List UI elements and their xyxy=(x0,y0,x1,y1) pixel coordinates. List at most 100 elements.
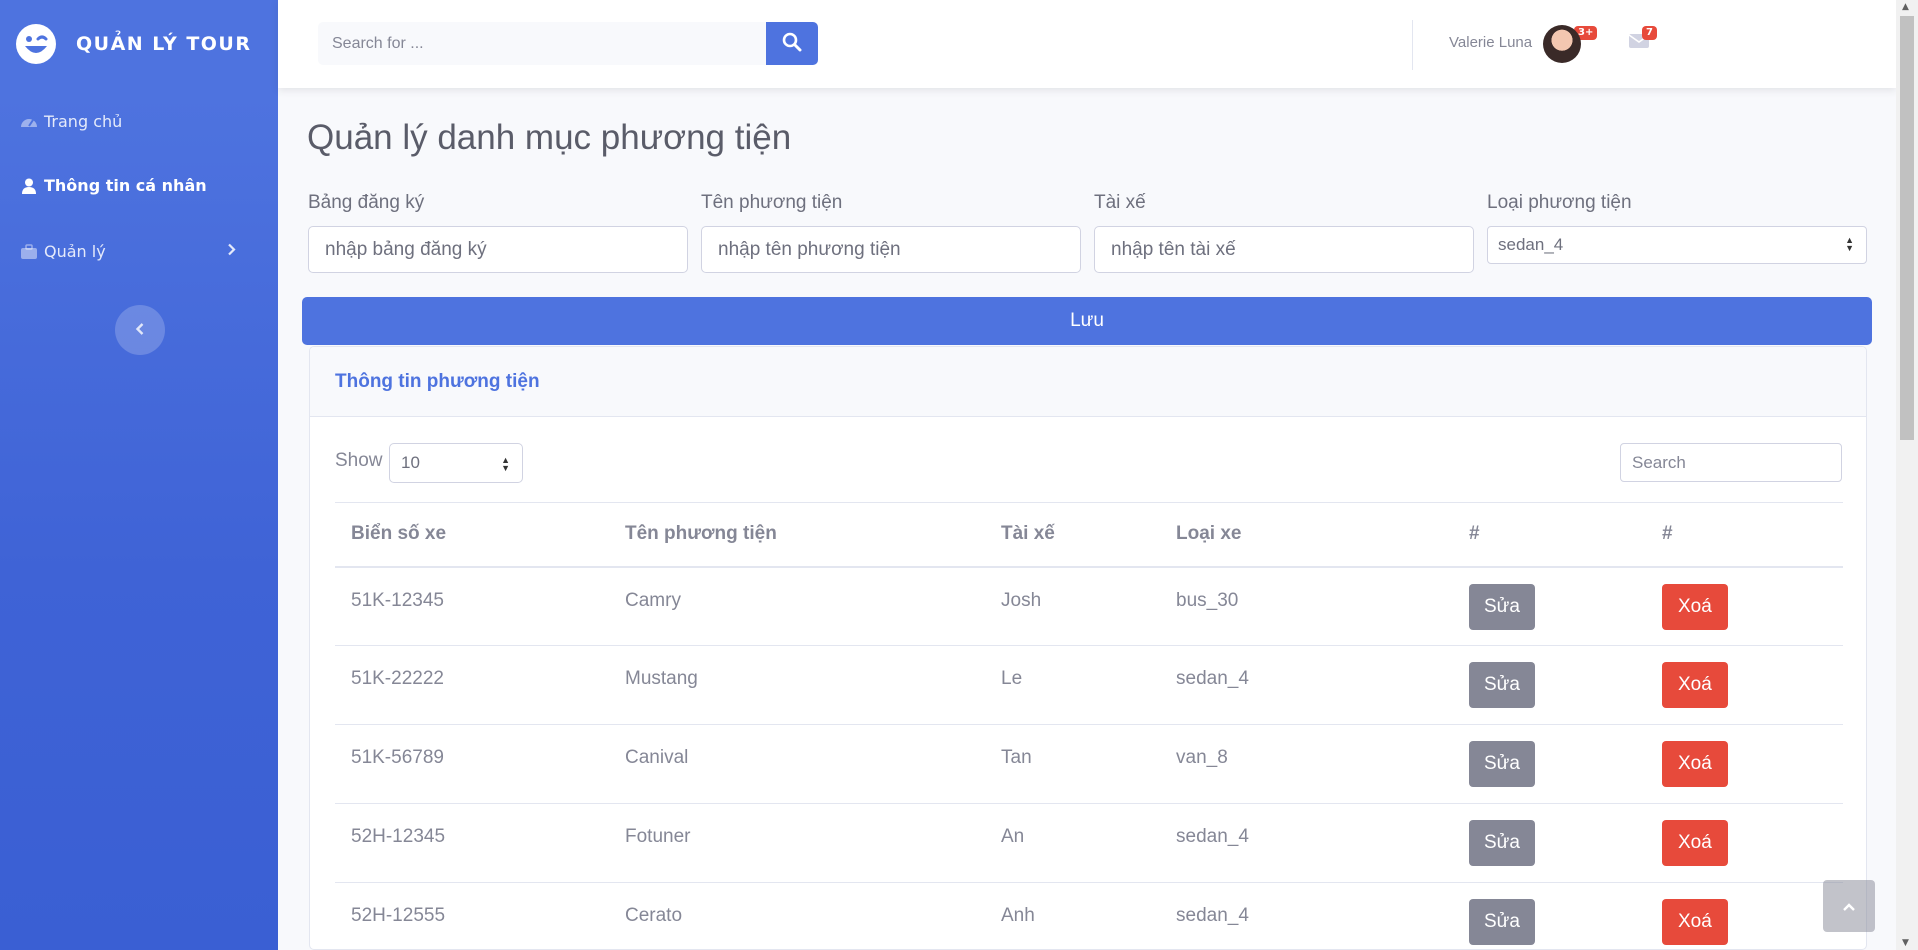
cell-name: Cerato xyxy=(625,905,683,926)
cell-type: bus_30 xyxy=(1176,589,1239,611)
table-row: 51K-56789 Canival Tan van_8 Sửa Xoá xyxy=(335,725,1843,804)
vehicle-table: Biển số xe Tên phương tiện Tài xế Loại x… xyxy=(335,502,1843,950)
cell-edit: Sửa xyxy=(1453,725,1646,804)
plate-field-group: Bảng đăng ký xyxy=(308,192,688,273)
sort-arrows-icon: ▲ ▼ xyxy=(501,455,510,473)
table-row: 52H-12555 Cerato Anh sedan_4 Sửa Xoá xyxy=(335,883,1843,950)
save-button[interactable]: Lưu xyxy=(302,297,1872,345)
sidebar-item-label: Thông tin cá nhân xyxy=(44,176,207,195)
messages-button[interactable]: 7 xyxy=(1628,26,1657,54)
cell-plate: 51K-56789 xyxy=(351,747,444,768)
vehicle-type-label: Loại phương tiện xyxy=(1487,192,1632,213)
cell-name: Camry xyxy=(625,589,681,611)
sidebar-item-manage[interactable]: Quản lý xyxy=(20,242,258,261)
cell-driver: An xyxy=(1001,826,1025,847)
edit-button[interactable]: Sửa xyxy=(1469,820,1535,866)
driver-field-group: Tài xế xyxy=(1094,192,1474,273)
cell-delete: Xoá xyxy=(1646,883,1843,950)
brand-name: QUẢN LÝ TOUR xyxy=(76,33,252,55)
cell-type: sedan_4 xyxy=(1176,905,1249,926)
edit-button[interactable]: Sửa xyxy=(1469,662,1535,708)
vehicle-type-field-group: Loại phương tiện sedan_4 ▲ ▼ xyxy=(1487,192,1867,264)
delete-button[interactable]: Xoá xyxy=(1662,662,1728,708)
edit-button[interactable]: Sửa xyxy=(1469,899,1535,945)
page-title: Quản lý danh mục phương tiện xyxy=(307,118,792,157)
chevron-right-icon xyxy=(227,243,236,260)
page-scrollbar[interactable]: ▲ ▼ xyxy=(1896,0,1918,950)
vehicle-name-label: Tên phương tiện xyxy=(701,192,843,213)
sidebar-item-profile[interactable]: Thông tin cá nhân xyxy=(20,176,207,195)
chevron-left-icon xyxy=(135,321,145,340)
cell-edit: Sửa xyxy=(1453,804,1646,883)
avatar[interactable] xyxy=(1543,25,1581,63)
table-search-input[interactable] xyxy=(1620,443,1842,482)
sidebar-item-label: Trang chủ xyxy=(44,112,123,131)
cell-delete: Xoá xyxy=(1646,804,1843,883)
scroll-down-arrow-icon[interactable]: ▼ xyxy=(1902,938,1909,948)
laugh-wink-icon xyxy=(16,24,56,64)
plate-input[interactable] xyxy=(308,226,688,273)
brand[interactable]: QUẢN LÝ TOUR xyxy=(16,22,252,66)
delete-button[interactable]: Xoá xyxy=(1662,583,1728,630)
table-header-row: Biển số xe Tên phương tiện Tài xế Loại x… xyxy=(335,502,1843,567)
column-header-name[interactable]: Tên phương tiện xyxy=(609,503,985,567)
cell-type: sedan_4 xyxy=(1176,668,1249,689)
cell-driver: Josh xyxy=(1001,589,1042,611)
cell-plate: 51K-12345 xyxy=(351,589,444,611)
topbar-search xyxy=(318,22,818,65)
dashboard-icon xyxy=(20,114,38,130)
column-header-driver[interactable]: Tài xế xyxy=(985,503,1160,567)
column-header-plate[interactable]: Biển số xe xyxy=(335,503,609,567)
column-header-edit[interactable]: # xyxy=(1453,503,1646,567)
cell-edit: Sửa xyxy=(1453,883,1646,950)
plate-label: Bảng đăng ký xyxy=(308,192,425,213)
delete-button[interactable]: Xoá xyxy=(1662,899,1728,945)
sidebar: QUẢN LÝ TOUR Trang chủ Thông tin cá nhân… xyxy=(0,0,278,950)
cell-edit: Sửa xyxy=(1453,567,1646,646)
delete-button[interactable]: Xoá xyxy=(1662,741,1728,787)
table-row: 51K-12345 Camry Josh bus_30 Sửa Xoá xyxy=(335,567,1843,646)
cell-driver: Tan xyxy=(1001,747,1032,768)
scroll-to-top-button[interactable] xyxy=(1823,880,1875,932)
search-button[interactable] xyxy=(766,22,818,65)
cell-plate: 52H-12345 xyxy=(351,826,446,847)
column-header-delete[interactable]: # xyxy=(1646,503,1843,567)
user-icon xyxy=(20,178,38,194)
search-icon xyxy=(782,32,802,56)
search-input[interactable] xyxy=(318,22,766,65)
topbar: 3+ 7 Valerie Luna xyxy=(278,0,1896,88)
cell-edit: Sửa xyxy=(1453,646,1646,725)
cell-name: Canival xyxy=(625,747,689,768)
edit-button[interactable]: Sửa xyxy=(1469,583,1535,630)
user-name[interactable]: Valerie Luna xyxy=(1449,34,1532,51)
cell-delete: Xoá xyxy=(1646,567,1843,646)
cell-delete: Xoá xyxy=(1646,646,1843,725)
vehicle-name-input[interactable] xyxy=(701,226,1081,273)
vehicle-name-field-group: Tên phương tiện xyxy=(701,192,1081,273)
cell-plate: 52H-12555 xyxy=(351,905,446,926)
show-entries-label: Show xyxy=(335,450,383,471)
table-row: 51K-22222 Mustang Le sedan_4 Sửa Xoá xyxy=(335,646,1843,725)
show-entries-value: 10 xyxy=(401,453,420,472)
cell-driver: Anh xyxy=(1001,905,1035,926)
edit-button[interactable]: Sửa xyxy=(1469,741,1535,787)
driver-input[interactable] xyxy=(1094,226,1474,273)
vehicle-type-select[interactable]: sedan_4 ▲ ▼ xyxy=(1487,226,1867,264)
card-title: Thông tin phương tiện xyxy=(335,370,540,392)
chevron-up-icon xyxy=(1842,897,1856,916)
show-entries-select[interactable]: 10 ▲ ▼ xyxy=(389,443,523,483)
sidebar-item-home[interactable]: Trang chủ xyxy=(20,112,122,131)
delete-button[interactable]: Xoá xyxy=(1662,820,1728,866)
sidebar-toggle-button[interactable] xyxy=(115,305,165,355)
scrollbar-thumb[interactable] xyxy=(1900,16,1914,440)
topbar-divider xyxy=(1412,20,1413,70)
cell-name: Fotuner xyxy=(625,826,691,847)
cell-type: van_8 xyxy=(1176,747,1228,768)
scroll-up-arrow-icon[interactable]: ▲ xyxy=(1902,2,1909,12)
sidebar-item-label: Quản lý xyxy=(44,242,106,261)
vehicle-info-card: Thông tin phương tiện Show 10 ▲▼ Biển số… xyxy=(309,346,1867,950)
driver-label: Tài xế xyxy=(1094,192,1146,213)
messages-badge: 7 xyxy=(1642,26,1657,40)
column-header-type[interactable]: Loại xe xyxy=(1160,503,1453,567)
sort-arrows-icon: ▲ ▼ xyxy=(1845,235,1854,253)
